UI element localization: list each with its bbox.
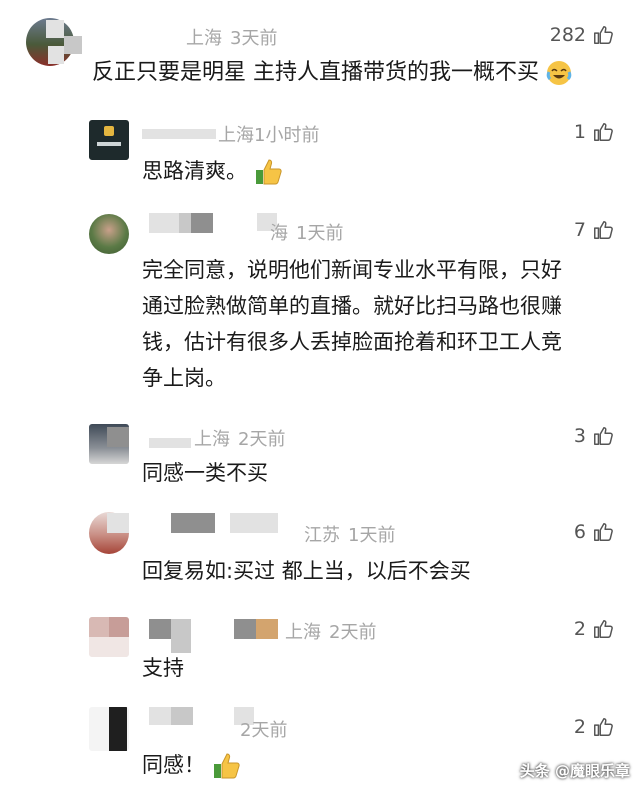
blurred-username bbox=[191, 213, 213, 233]
comment-text-content: 思路清爽。 bbox=[142, 159, 247, 183]
reply-item: 上海 2天前 3 同感一类不买 bbox=[0, 410, 640, 497]
thumbs-up-outline-icon bbox=[594, 718, 613, 736]
watermark: 头条 @魔眼乐章 bbox=[519, 762, 630, 780]
comment-text: 同感一类不买 bbox=[142, 455, 268, 491]
comment-location: 江苏 bbox=[304, 525, 340, 546]
thumbs-up-outline-icon bbox=[594, 123, 613, 141]
comment-text-line: 完全同意，说明他们新闻专业水平有限，只好 bbox=[142, 258, 562, 282]
comment-time: 2天前 bbox=[238, 429, 286, 450]
comment-text: 完全同意，说明他们新闻专业水平有限，只好 通过脸熟做简单的直播。就好比扫马路也很… bbox=[142, 252, 562, 396]
blurred-username bbox=[48, 46, 64, 64]
comment-text: 支持 bbox=[142, 650, 184, 686]
avatar[interactable] bbox=[89, 707, 129, 751]
blurred-username bbox=[64, 36, 82, 54]
avatar[interactable] bbox=[89, 617, 129, 657]
like-button[interactable]: 1 bbox=[574, 121, 614, 143]
like-button[interactable]: 282 bbox=[550, 24, 614, 46]
comment-meta: 江苏 1天前 bbox=[304, 521, 395, 547]
blurred-username bbox=[171, 513, 215, 533]
comment-meta: 上海 2天前 bbox=[285, 618, 376, 644]
thumbs-up-outline-icon bbox=[594, 26, 613, 44]
blurred-username bbox=[107, 427, 129, 447]
thumbs-up-outline-icon bbox=[594, 427, 613, 445]
comment-meta: 上海 3天前 bbox=[186, 24, 277, 50]
like-count: 6 bbox=[573, 521, 586, 543]
comment-time: 1小时前 bbox=[254, 125, 320, 146]
comment-text-content: 反正只要是明星 主持人直播带货的我一概不买 bbox=[92, 60, 539, 85]
comment-text: 同感！ bbox=[142, 747, 242, 783]
comment-location: 海 bbox=[270, 223, 288, 244]
like-count: 1 bbox=[573, 121, 586, 143]
comment-location: 上海 bbox=[186, 28, 222, 49]
reply-item: 2天前 2 同感！ bbox=[0, 695, 640, 797]
like-count: 2 bbox=[573, 618, 586, 640]
comment-location: 上海 bbox=[194, 429, 230, 450]
blurred-username bbox=[179, 213, 191, 233]
like-count: 7 bbox=[573, 219, 586, 241]
comment-text: 回复易如:买过 都上当，以后不会买 bbox=[142, 553, 471, 589]
like-count: 2 bbox=[573, 716, 586, 738]
blurred-username bbox=[107, 513, 129, 533]
blurred-username bbox=[234, 619, 256, 639]
comment-text: 反正只要是明星 主持人直播带货的我一概不买 bbox=[92, 55, 572, 91]
thumbs-up-emoji-icon bbox=[255, 159, 282, 185]
reply-item: 上海 2天前 2 支持 bbox=[0, 605, 640, 695]
like-button[interactable]: 2 bbox=[574, 618, 614, 640]
comment-item: 上海 3天前 282 反正只要是明星 主持人直播带货的我一概不买 bbox=[0, 0, 640, 105]
comment-text-content: 回复易如:买过 都上当，以后不会买 bbox=[142, 559, 471, 583]
like-button[interactable]: 7 bbox=[574, 219, 614, 241]
reply-item: 上海1小时前 1 思路清爽。 bbox=[0, 105, 640, 197]
blurred-username bbox=[149, 213, 179, 233]
like-count: 282 bbox=[549, 24, 586, 46]
avatar[interactable] bbox=[89, 214, 129, 254]
avatar[interactable] bbox=[89, 120, 129, 160]
comment-time: 1天前 bbox=[296, 223, 344, 244]
reply-item: 海 1天前 7 完全同意，说明他们新闻专业水平有限，只好 通过脸熟做简单的直播。就… bbox=[0, 197, 640, 410]
comment-time: 2天前 bbox=[329, 622, 377, 643]
thumbs-up-outline-icon bbox=[594, 221, 613, 239]
blurred-username bbox=[256, 619, 278, 639]
blurred-username bbox=[149, 438, 191, 448]
blurred-username bbox=[171, 619, 191, 653]
comment-time: 3天前 bbox=[230, 28, 278, 49]
blurred-username bbox=[46, 20, 64, 38]
comment-meta: 上海 2天前 bbox=[194, 425, 285, 451]
comment-location: 上海 bbox=[285, 622, 321, 643]
blurred-username bbox=[171, 707, 193, 725]
comment-text: 思路清爽。 bbox=[142, 153, 284, 189]
like-button[interactable]: 2 bbox=[574, 716, 614, 738]
comment-time: 1天前 bbox=[348, 525, 396, 546]
comment-meta: 海 1天前 bbox=[270, 219, 343, 245]
reply-item: 江苏 1天前 6 回复易如:买过 都上当，以后不会买 bbox=[0, 497, 640, 605]
comment-text-line: 争上岗。 bbox=[142, 366, 226, 390]
comment-text-line: 钱，估计有很多人丢掉脸面抢着和环卫工人竞 bbox=[142, 330, 562, 354]
blurred-username bbox=[142, 129, 216, 139]
thumbs-up-emoji-icon bbox=[213, 753, 240, 779]
comment-time: 2天前 bbox=[240, 720, 288, 741]
comment-text-content: 同感一类不买 bbox=[142, 461, 268, 485]
blurred-username bbox=[149, 707, 171, 725]
like-button[interactable]: 3 bbox=[574, 425, 614, 447]
thumbs-up-outline-icon bbox=[594, 523, 613, 541]
like-button[interactable]: 6 bbox=[574, 521, 614, 543]
comment-location: 上海 bbox=[218, 125, 254, 146]
comment-text-content: 支持 bbox=[142, 656, 184, 680]
comment-text-content: 同感！ bbox=[142, 753, 205, 777]
blurred-username bbox=[230, 513, 278, 533]
comment-meta: 上海1小时前 bbox=[218, 121, 319, 147]
comment-text-line: 通过脸熟做简单的直播。就好比扫马路也很赚 bbox=[142, 294, 562, 318]
thumbs-up-outline-icon bbox=[594, 620, 613, 638]
laughing-crying-emoji-icon bbox=[546, 61, 572, 85]
blurred-username bbox=[149, 619, 171, 639]
like-count: 3 bbox=[573, 425, 586, 447]
comment-meta: 2天前 bbox=[240, 716, 287, 742]
